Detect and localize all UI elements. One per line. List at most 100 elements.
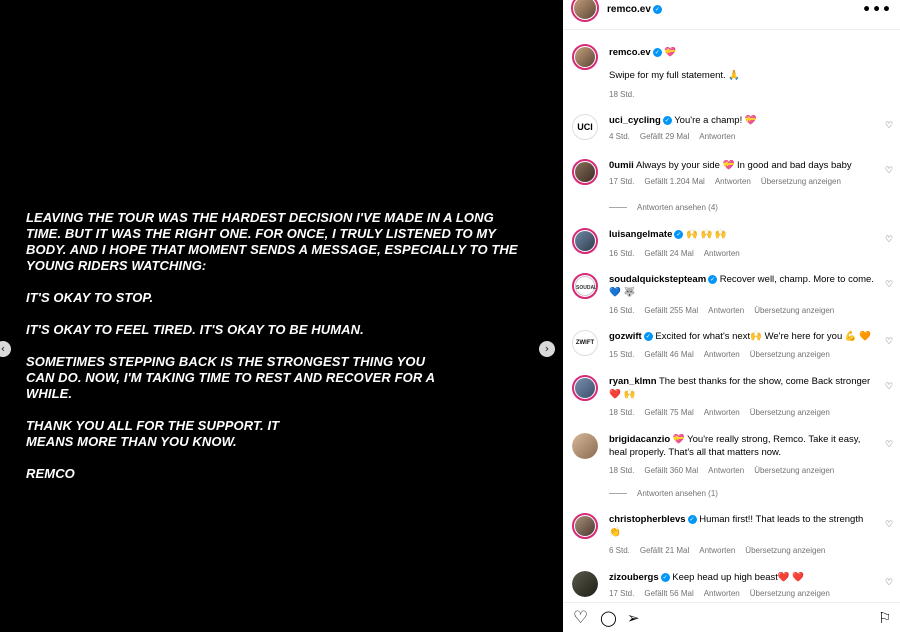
share-icon[interactable]: ➢ (627, 609, 640, 627)
commenter-avatar[interactable] (572, 228, 598, 254)
comment-body: christopherblevs ✓ Human first!! That lea… (609, 513, 877, 557)
commenter-avatar[interactable] (572, 433, 598, 459)
reply-button[interactable]: Antworten (708, 466, 744, 475)
comment-username[interactable]: brigidacanzio (609, 434, 670, 445)
comment-username[interactable]: gozwift (609, 331, 642, 342)
comment-text: Excited for what's next🙌 We're here for … (655, 331, 872, 342)
view-replies-label: Antworten ansehen (1) (637, 489, 718, 498)
author-username-link[interactable]: remco.ev ✓ (607, 4, 662, 15)
commenter-avatar[interactable] (572, 571, 598, 597)
comment-likes[interactable]: Gefällt 1.204 Mal (644, 177, 704, 186)
verified-badge-icon: ✓ (652, 4, 662, 14)
comment-likes[interactable]: Gefällt 75 Mal (644, 408, 693, 417)
author-username: remco.ev (607, 4, 651, 15)
statement-text: LEAVING THE TOUR WAS THE HARDEST DECISIO… (26, 210, 526, 498)
replies-divider (609, 207, 627, 209)
view-replies-button[interactable]: Antworten ansehen (4) (609, 203, 718, 212)
comment-body: gozwift ✓ Excited for what's next🙌 We're … (609, 330, 877, 361)
comment-username[interactable]: uci_cycling (609, 115, 661, 126)
comment-likes[interactable]: Gefällt 21 Mal (640, 546, 689, 555)
comment-time: 4 Std. (609, 132, 630, 141)
statement-paragraph-3: IT'S OKAY TO FEEL TIRED. IT'S OKAY TO BE… (26, 322, 364, 337)
reply-button[interactable]: Antworten (704, 589, 740, 598)
reply-button[interactable]: Antworten (699, 132, 735, 141)
reply-button[interactable]: Antworten (699, 546, 735, 555)
comments-panel: remco.ev ✓ ••• remco.ev ✓ 💝 Swipe for my f… (563, 0, 900, 632)
like-comment-heart-icon[interactable]: ♡ (885, 338, 894, 347)
comment-likes[interactable]: Gefällt 255 Mal (644, 306, 698, 315)
translate-button[interactable]: Übersetzung anzeigen (761, 177, 841, 186)
action-bar: ♡ ◯ ➢ ⚐ (563, 602, 900, 632)
comment-time: 6 Std. (609, 546, 630, 555)
comment-username[interactable]: zizoubergs (609, 572, 659, 583)
comment-body: 0umii Always by your side 💝 In good and … (609, 159, 877, 188)
next-slide-button[interactable]: › (539, 341, 555, 357)
reply-button[interactable]: Antworten (704, 350, 740, 359)
comment-likes[interactable]: Gefällt 56 Mal (644, 589, 693, 598)
comment-time: 15 Std. (609, 350, 635, 359)
comment-time: 17 Std. (609, 177, 635, 186)
like-comment-heart-icon[interactable]: ♡ (885, 236, 894, 245)
like-comment-heart-icon[interactable]: ♡ (885, 122, 894, 131)
bookmark-icon[interactable]: ⚐ (878, 609, 891, 627)
like-comment-heart-icon[interactable]: ♡ (885, 167, 894, 176)
more-options-icon[interactable]: ••• (862, 2, 892, 18)
comment-likes[interactable]: Gefällt 46 Mal (644, 350, 693, 359)
reply-button[interactable]: Antworten (715, 177, 751, 186)
statement-paragraph-5: THANK YOU ALL FOR THE SUPPORT. IT MEANS … (26, 418, 280, 449)
commenter-avatar[interactable] (572, 375, 598, 401)
verified-badge-icon: ✓ (660, 572, 670, 582)
commenter-avatar[interactable] (572, 159, 598, 185)
comment-body: brigidacanzio 💝 You're really strong, Re… (609, 433, 877, 477)
comment-username[interactable]: ryan_klmn (609, 376, 657, 387)
view-replies-button[interactable]: Antworten ansehen (1) (609, 489, 718, 498)
verified-badge-icon: ✓ (643, 331, 653, 341)
like-comment-heart-icon[interactable]: ♡ (885, 579, 894, 588)
reply-button[interactable]: Antworten (704, 408, 740, 417)
comment-username[interactable]: 0umii (609, 160, 634, 171)
author-avatar[interactable] (571, 0, 599, 22)
translate-button[interactable]: Übersetzung anzeigen (745, 546, 825, 555)
statement-paragraph-1: LEAVING THE TOUR WAS THE HARDEST DECISIO… (26, 210, 518, 273)
comment-body: zizoubergs ✓ Keep head up high beast❤️ ❤️… (609, 571, 877, 600)
translate-button[interactable]: Übersetzung anzeigen (754, 466, 834, 475)
comment-body: uci_cycling ✓ You're a champ! 💝 4 Std. Gef… (609, 114, 877, 143)
comment-likes[interactable]: Gefällt 29 Mal (640, 132, 689, 141)
translate-button[interactable]: Übersetzung anzeigen (750, 408, 830, 417)
like-comment-heart-icon[interactable]: ♡ (885, 521, 894, 530)
comment-username[interactable]: christopherblevs (609, 514, 686, 525)
like-heart-icon[interactable]: ♡ (573, 609, 588, 627)
comment-time: 18 Std. (609, 466, 635, 475)
reply-button[interactable]: Antworten (704, 249, 740, 258)
author-avatar[interactable] (572, 44, 598, 70)
comment-time: 16 Std. (609, 306, 635, 315)
comment-likes[interactable]: Gefällt 24 Mal (644, 249, 693, 258)
commenter-avatar[interactable]: ZWIFT (572, 330, 598, 356)
commenter-avatar[interactable]: UCI (572, 114, 598, 140)
like-comment-heart-icon[interactable]: ♡ (885, 441, 894, 450)
comment-likes[interactable]: Gefällt 360 Mal (644, 466, 698, 475)
statement-signature: REMCO (26, 466, 75, 481)
comment-time: 18 Std. (609, 408, 635, 417)
statement-paragraph-4: SOMETIMES STEPPING BACK IS THE STRONGEST… (26, 354, 435, 401)
chevron-left-icon: ‹ (0, 342, 6, 355)
comment-text: Always by your side 💝 In good and bad da… (635, 160, 852, 171)
previous-slide-button[interactable]: ‹ (0, 341, 11, 357)
verified-badge-icon: ✓ (652, 47, 662, 57)
caption-username[interactable]: remco.ev (609, 47, 651, 58)
commenter-avatar[interactable]: SOUDAL (572, 273, 598, 299)
commenter-avatar[interactable] (572, 513, 598, 539)
comment-username[interactable]: soudalquickstepteam (609, 274, 706, 285)
translate-button[interactable]: Übersetzung anzeigen (750, 350, 830, 359)
verified-badge-icon: ✓ (708, 274, 718, 284)
comment-text: You're a champ! 💝 (674, 115, 757, 126)
comment-username[interactable]: luisangelmate (609, 229, 672, 240)
like-comment-heart-icon[interactable]: ♡ (885, 383, 894, 392)
reply-button[interactable]: Antworten (708, 306, 744, 315)
caption-heart-emoji: 💝 (664, 47, 677, 58)
translate-button[interactable]: Übersetzung anzeigen (754, 306, 834, 315)
translate-button[interactable]: Übersetzung anzeigen (750, 589, 830, 598)
verified-badge-icon: ✓ (674, 229, 684, 239)
comment-icon[interactable]: ◯ (600, 609, 617, 627)
like-comment-heart-icon[interactable]: ♡ (885, 281, 894, 290)
